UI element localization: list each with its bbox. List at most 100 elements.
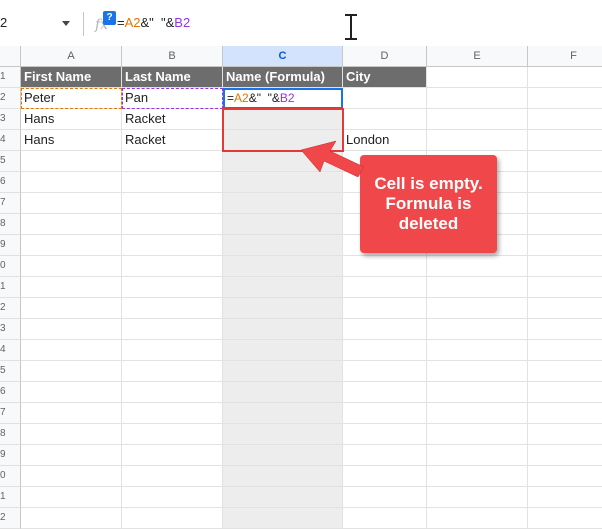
cell[interactable] xyxy=(343,487,427,508)
cell[interactable] xyxy=(21,382,122,403)
cell[interactable] xyxy=(223,256,343,277)
cell[interactable]: Racket xyxy=(122,109,223,130)
cell[interactable] xyxy=(21,361,122,382)
cell[interactable] xyxy=(122,361,223,382)
cell[interactable] xyxy=(427,67,528,88)
cell[interactable] xyxy=(343,424,427,445)
cell[interactable] xyxy=(528,403,602,424)
cell[interactable] xyxy=(122,403,223,424)
cell[interactable] xyxy=(343,256,427,277)
cell[interactable] xyxy=(223,487,343,508)
column-header-a[interactable]: A xyxy=(21,46,122,67)
cell[interactable]: Pan xyxy=(122,88,223,109)
cell[interactable] xyxy=(343,361,427,382)
cell[interactable] xyxy=(528,235,602,256)
row-header[interactable]: 1 xyxy=(0,277,21,298)
cell[interactable] xyxy=(21,151,122,172)
cell[interactable] xyxy=(223,277,343,298)
cell[interactable] xyxy=(122,487,223,508)
row-header[interactable]: 1 xyxy=(0,67,21,88)
cell[interactable] xyxy=(528,382,602,403)
column-header-b[interactable]: B xyxy=(122,46,223,67)
cell[interactable] xyxy=(223,424,343,445)
cell[interactable] xyxy=(343,319,427,340)
cell[interactable] xyxy=(343,445,427,466)
cell[interactable] xyxy=(427,466,528,487)
row-header[interactable]: 9 xyxy=(0,235,21,256)
cell[interactable]: Racket xyxy=(122,130,223,151)
cell[interactable] xyxy=(528,277,602,298)
row-header[interactable]: 7 xyxy=(0,403,21,424)
cell[interactable] xyxy=(427,382,528,403)
cell[interactable] xyxy=(427,256,528,277)
cell[interactable] xyxy=(343,298,427,319)
cell[interactable] xyxy=(21,298,122,319)
cell[interactable] xyxy=(528,88,602,109)
cell[interactable] xyxy=(21,214,122,235)
cell[interactable] xyxy=(343,88,427,109)
cell[interactable] xyxy=(528,445,602,466)
column-header-f[interactable]: F xyxy=(528,46,602,67)
cell[interactable] xyxy=(122,340,223,361)
row-header[interactable]: 4 xyxy=(0,340,21,361)
cell[interactable] xyxy=(21,319,122,340)
cell[interactable]: Hans xyxy=(21,130,122,151)
row-header[interactable]: 2 xyxy=(0,298,21,319)
column-header-c[interactable]: C xyxy=(223,46,343,67)
cell[interactable] xyxy=(427,445,528,466)
cell[interactable]: London xyxy=(343,130,427,151)
header-cell[interactable]: Name (Formula) xyxy=(223,67,343,88)
cell[interactable] xyxy=(21,277,122,298)
row-header[interactable]: 3 xyxy=(0,319,21,340)
header-cell[interactable]: Last Name xyxy=(122,67,223,88)
cell[interactable] xyxy=(21,193,122,214)
cell[interactable] xyxy=(21,487,122,508)
cell[interactable] xyxy=(528,256,602,277)
cell[interactable] xyxy=(223,319,343,340)
cell[interactable] xyxy=(122,424,223,445)
cell[interactable]: Hans xyxy=(21,109,122,130)
chevron-down-icon[interactable] xyxy=(62,21,70,26)
cell[interactable] xyxy=(223,130,343,151)
row-header[interactable]: 0 xyxy=(0,466,21,487)
name-box[interactable]: 2 xyxy=(0,12,80,34)
cell[interactable] xyxy=(427,403,528,424)
formula-input[interactable]: =A2&" "&B2 xyxy=(117,15,190,30)
cell[interactable] xyxy=(223,151,343,172)
row-header[interactable]: 8 xyxy=(0,424,21,445)
cell[interactable] xyxy=(528,109,602,130)
cell[interactable] xyxy=(223,172,343,193)
cell[interactable] xyxy=(528,130,602,151)
cell[interactable] xyxy=(21,340,122,361)
cell[interactable] xyxy=(122,277,223,298)
cell[interactable] xyxy=(122,172,223,193)
cell[interactable] xyxy=(21,172,122,193)
cell[interactable] xyxy=(21,466,122,487)
cell[interactable] xyxy=(21,403,122,424)
cell[interactable] xyxy=(343,382,427,403)
cell[interactable] xyxy=(223,361,343,382)
cell[interactable] xyxy=(343,340,427,361)
row-header[interactable]: 1 xyxy=(0,487,21,508)
cell[interactable] xyxy=(427,424,528,445)
header-cell[interactable]: City xyxy=(343,67,427,88)
cell[interactable] xyxy=(223,193,343,214)
cell[interactable] xyxy=(427,298,528,319)
row-header[interactable]: 0 xyxy=(0,256,21,277)
cell[interactable] xyxy=(528,298,602,319)
cell[interactable] xyxy=(528,487,602,508)
row-header[interactable]: 4 xyxy=(0,130,21,151)
cell[interactable] xyxy=(223,382,343,403)
cell[interactable] xyxy=(528,466,602,487)
cell[interactable] xyxy=(343,109,427,130)
cell[interactable]: Peter xyxy=(21,88,122,109)
cell[interactable] xyxy=(528,172,602,193)
cell[interactable] xyxy=(223,235,343,256)
cell[interactable] xyxy=(122,151,223,172)
row-header[interactable]: 5 xyxy=(0,361,21,382)
cell[interactable] xyxy=(122,445,223,466)
cell[interactable] xyxy=(223,445,343,466)
cell[interactable] xyxy=(122,256,223,277)
cell[interactable] xyxy=(427,361,528,382)
cell[interactable] xyxy=(122,382,223,403)
